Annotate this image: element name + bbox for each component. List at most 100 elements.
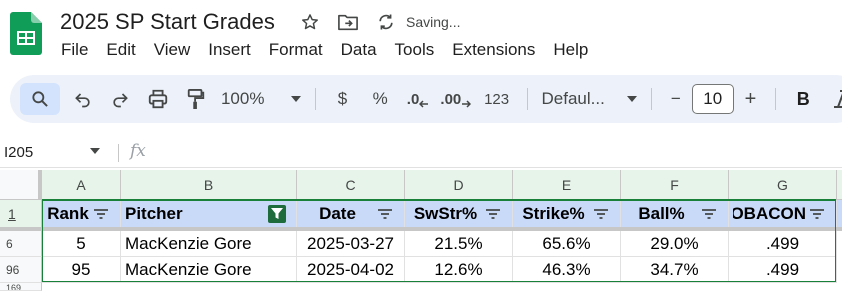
column-header-c[interactable]: C [297,170,405,200]
header-cell-rank[interactable]: Rank [42,200,121,228]
row-header-partial[interactable]: 169 [0,283,42,291]
cell-date[interactable]: 2025-03-27 [297,231,405,257]
spreadsheet-grid: A B C D E F G 1 Rank Pitcher Date SwStr%… [0,170,842,291]
arrow-right-icon [462,100,472,108]
document-title[interactable]: 2025 SP Start Grades [60,8,275,36]
cell-swstr[interactable]: 21.5% [405,231,513,257]
filter-icon[interactable] [376,205,394,223]
star-icon[interactable] [298,10,322,34]
font-size-input[interactable]: 10 [691,84,734,114]
zoom-value: 100% [220,89,265,108]
toolbar-divider [314,88,316,110]
increase-decimal-button[interactable]: .00 [437,83,475,115]
sync-saving-icon [374,10,398,34]
filter-icon[interactable] [92,205,110,223]
column-header-e[interactable]: E [513,170,621,200]
caret-down-icon [626,96,637,102]
menu-help[interactable]: Help [544,38,597,62]
column-header-a[interactable]: A [42,170,121,200]
print-button[interactable] [139,83,177,115]
cell-swstr[interactable]: 12.6% [405,257,513,283]
header-cell-swstr[interactable]: SwStr% [405,200,513,228]
row-header-6[interactable]: 6 [0,231,42,257]
sheets-logo-icon[interactable] [10,12,42,55]
decrease-decimal-label: .0 [406,90,420,108]
print-icon [149,89,168,109]
select-all-corner[interactable] [0,170,42,200]
menu-tools[interactable]: Tools [386,38,444,62]
arrow-left-icon [419,100,429,108]
search-icon [32,91,48,107]
cell-ball[interactable]: 29.0% [621,231,729,257]
header-cell-pitcher[interactable]: Pitcher [121,200,297,228]
cell-strike[interactable]: 65.6% [513,231,621,257]
row-header-96[interactable]: 96 [0,257,42,283]
header-cell-ball[interactable]: Ball% [621,200,729,228]
bold-button[interactable]: B [784,83,822,115]
increase-font-size-button[interactable]: + [734,83,768,115]
menu-format[interactable]: Format [260,38,332,62]
cell-xwobacon[interactable]: .499 [729,257,837,283]
fx-icon: fx [130,141,146,161]
caret-down-icon [290,96,301,102]
header-cell-overflow [837,200,842,228]
menu-data[interactable]: Data [332,38,386,62]
cell-date[interactable]: 2025-04-02 [297,257,405,283]
toolbar: 100% $ % .0 .00 123 Defaul... − 10 + B [10,75,842,123]
font-select[interactable]: Defaul... [536,83,643,115]
header-label: Pitcher [125,203,183,223]
cell-xwobacon[interactable]: .499 [729,231,837,257]
cell-rank[interactable]: 5 [42,231,121,257]
header-label: Strike% [522,203,585,223]
menu-file[interactable]: File [52,38,97,62]
header-cell-xwobacon[interactable]: xwOBACON [729,200,837,228]
cell-strike[interactable]: 46.3% [513,257,621,283]
undo-button[interactable] [64,83,102,115]
decrease-font-size-button[interactable]: − [660,83,692,115]
column-header-overflow [837,170,842,200]
row-header-1[interactable]: 1 [0,200,42,228]
filter-icon[interactable] [484,205,502,223]
filter-icon[interactable] [592,205,610,223]
redo-button[interactable] [102,83,140,115]
percent-format-button[interactable]: % [361,83,399,115]
cell-ball[interactable]: 34.7% [621,257,729,283]
active-filter-icon[interactable] [268,204,286,223]
more-formats-button[interactable]: 123 [475,83,519,115]
decrease-decimal-button[interactable]: .0 [399,83,437,115]
menu-extensions[interactable]: Extensions [443,38,544,62]
cell-pitcher[interactable]: MacKenzie Gore [121,231,297,257]
saving-status: Saving... [406,14,461,30]
paint-format-icon [187,89,205,109]
column-header-d[interactable]: D [405,170,513,200]
toolbar-divider [650,88,652,110]
toolbar-divider [526,88,528,110]
redo-icon [113,93,129,108]
menu-view[interactable]: View [145,38,200,62]
menu-insert[interactable]: Insert [199,38,260,62]
zoom-select[interactable]: 100% [215,83,307,115]
cell-rank[interactable]: 95 [42,257,121,283]
title-icons: Saving... [298,10,460,34]
column-header-g[interactable]: G [729,170,837,200]
header-label: xwOBACON [733,203,806,223]
filter-icon[interactable] [700,205,718,223]
increase-decimal-label: .00 [440,90,462,108]
caret-down-icon[interactable] [90,148,100,154]
header-label: Ball% [638,203,685,223]
column-header-f[interactable]: F [621,170,729,200]
header-label: Date [319,203,356,223]
currency-format-button[interactable]: $ [324,83,362,115]
move-to-folder-icon[interactable] [336,10,360,34]
paint-format-button[interactable] [177,83,215,115]
cell-pitcher[interactable]: MacKenzie Gore [121,257,297,283]
menu-bar: File Edit View Insert Format Data Tools … [52,38,597,62]
header-cell-date[interactable]: Date [297,200,405,228]
menu-edit[interactable]: Edit [97,38,144,62]
search-menus-button[interactable] [20,83,60,115]
filter-icon[interactable] [808,205,826,223]
italic-button[interactable] [822,83,842,115]
italic-icon [834,90,842,108]
header-cell-strike[interactable]: Strike% [513,200,621,228]
column-header-b[interactable]: B [121,170,297,200]
